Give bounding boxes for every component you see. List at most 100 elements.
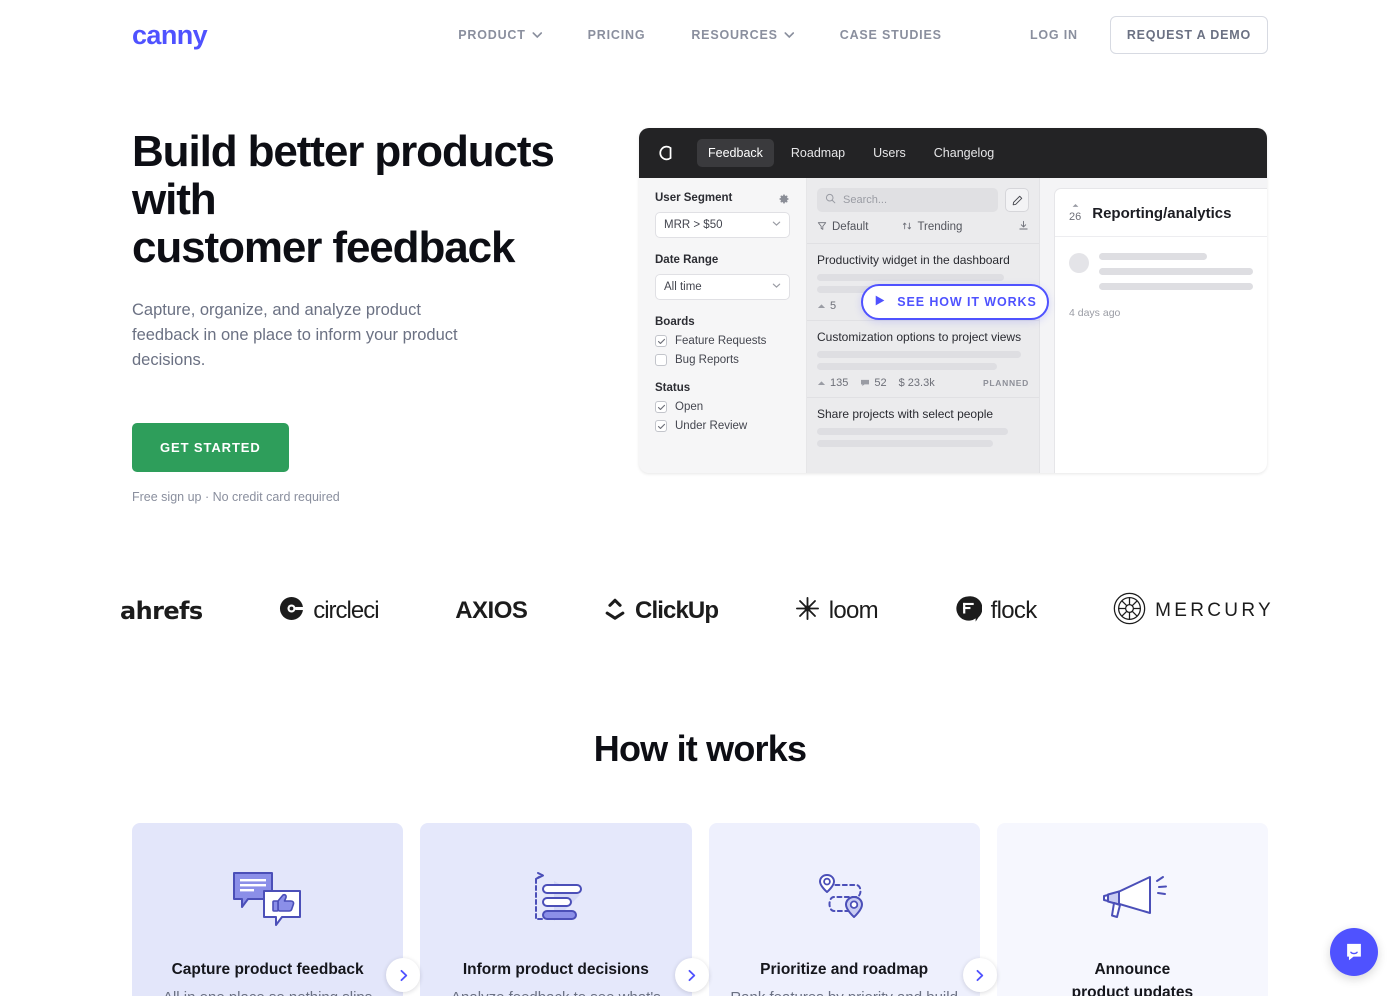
hero-copy: Build better products with customer feed… <box>132 128 572 504</box>
logo-loom: loom <box>795 596 879 626</box>
vote-number: 135 <box>830 377 849 389</box>
logo-flock: flock <box>955 595 1037 627</box>
chevron-down-icon <box>784 30 795 39</box>
nav-item-pricing[interactable]: PRICING <box>588 28 646 42</box>
date-range-select[interactable]: All time <box>655 274 790 300</box>
status-filter-under-review[interactable]: Under Review <box>655 420 790 432</box>
skeleton-line <box>817 363 998 370</box>
intercom-chat-button[interactable] <box>1330 928 1378 976</box>
card-capture-product-feedback[interactable]: Capture product feedback All in one plac… <box>132 823 421 996</box>
card-next-arrow-3[interactable] <box>962 958 997 993</box>
mockup-tab-feedback[interactable]: Feedback <box>697 139 774 167</box>
avatar <box>1069 253 1089 273</box>
logo-circleci: circleci <box>279 596 380 626</box>
nav-item-resources-label: RESOURCES <box>691 28 778 42</box>
search-icon <box>825 193 836 207</box>
vote-count: 135 <box>817 377 848 389</box>
how-it-works-cards: Capture product feedback All in one plac… <box>0 823 1400 996</box>
card-prioritize-and-roadmap[interactable]: Prioritize and roadmap Rank features by … <box>708 823 997 996</box>
list-controls: Default Trending <box>807 212 1039 243</box>
feedback-title: Productivity widget in the dashboard <box>817 253 1010 267</box>
comment-number: 52 <box>874 377 887 389</box>
feedback-list-item[interactable]: Share projects with select people <box>807 397 1039 460</box>
top-navigation-bar: canny PRODUCT PRICING RESOURCES CASE STU… <box>0 0 1400 70</box>
request-demo-button[interactable]: REQUEST A DEMO <box>1109 16 1268 54</box>
card-title-line-2: product updates <box>1071 983 1194 996</box>
checkbox-checked-icon[interactable] <box>655 335 667 347</box>
nav-item-product-label: PRODUCT <box>458 28 526 42</box>
gear-icon[interactable] <box>778 192 790 204</box>
mockup-tab-roadmap[interactable]: Roadmap <box>780 139 856 167</box>
user-segment-value: MRR > $50 <box>664 219 723 231</box>
card-announce-product-updates[interactable]: Announce product updates Engage everyone… <box>996 823 1268 996</box>
filter-default-button[interactable]: Default <box>817 221 868 234</box>
filter-label: Default <box>832 221 869 233</box>
status-label: Status <box>655 382 691 394</box>
download-icon[interactable] <box>1018 220 1029 234</box>
user-segment-select[interactable]: MRR > $50 <box>655 212 790 238</box>
nav-item-case-studies[interactable]: CASE STUDIES <box>840 28 942 42</box>
boards-label: Boards <box>655 316 695 328</box>
upvote-icon <box>817 380 826 385</box>
logo-ahrefs: ahrefs <box>120 597 203 625</box>
skeleton-line <box>1099 283 1253 290</box>
nav-links: PRODUCT PRICING RESOURCES CASE STUDIES <box>458 28 941 42</box>
search-placeholder: Search... <box>843 194 888 206</box>
card-description: Analyze feedback to see what's most impa… <box>440 986 671 996</box>
logo-flock-text: flock <box>990 597 1038 625</box>
status-label-text: Under Review <box>675 420 748 432</box>
card-title: Capture product feedback <box>171 961 364 979</box>
checkbox-checked-icon[interactable] <box>655 401 667 413</box>
card-next-arrow-2[interactable] <box>674 958 709 993</box>
customer-logo-strip: ahrefs circleci AXIOS ClickUp loom flock <box>0 592 1400 630</box>
get-started-button[interactable]: GET STARTED <box>132 423 289 473</box>
user-segment-row: User Segment <box>655 192 790 204</box>
feedback-bubble-icon <box>152 865 383 937</box>
canny-logo[interactable]: canny <box>132 21 208 49</box>
board-label: Feature Requests <box>675 335 767 347</box>
logo-circleci-text: circleci <box>313 597 379 625</box>
mockup-tab-users[interactable]: Users <box>862 139 917 167</box>
create-post-button[interactable] <box>1005 188 1029 212</box>
chevron-right-icon <box>688 969 696 981</box>
card-next-arrow-1[interactable] <box>386 958 421 993</box>
nav-item-resources[interactable]: RESOURCES <box>691 28 795 42</box>
card-title: Inform product decisions <box>462 961 649 979</box>
status-filter-open[interactable]: Open <box>655 401 790 413</box>
logo-axios: AXIOS <box>455 597 528 625</box>
search-input[interactable]: Search... <box>817 188 998 212</box>
board-filter-bug-reports[interactable]: Bug Reports <box>655 354 790 366</box>
checkbox-checked-icon[interactable] <box>655 420 667 432</box>
revenue-amount: $ 23.3k <box>898 377 935 389</box>
loom-icon <box>795 596 820 626</box>
mockup-body: User Segment MRR > $50 Date Range All ti… <box>639 178 1267 473</box>
search-bar: Search... <box>807 178 1039 212</box>
login-link[interactable]: LOG IN <box>1030 28 1078 42</box>
hero-subtitle: Capture, organize, and analyze product f… <box>132 300 458 370</box>
sort-icon <box>902 221 912 234</box>
feedback-meta: 135 52 $ 23.3k PLANNED <box>817 377 1029 389</box>
logo-mercury-text: MERCURY <box>1155 600 1274 622</box>
mockup-tab-changelog[interactable]: Changelog <box>923 139 1005 167</box>
card-inform-product-decisions[interactable]: Inform product decisions Analyze feedbac… <box>420 823 709 996</box>
canny-c-icon <box>655 142 677 164</box>
see-how-it-works-button[interactable]: SEE HOW IT WORKS <box>861 284 1049 320</box>
skeleton-line <box>1099 253 1207 260</box>
filter-icon <box>817 221 827 234</box>
status-badge: PLANNED <box>983 378 1029 388</box>
checkbox-unchecked-icon[interactable] <box>655 354 667 366</box>
feedback-title: Share projects with select people <box>817 407 994 421</box>
feedback-list-item[interactable]: Customization options to project views 1… <box>807 320 1039 397</box>
hero-title-line-2: with <box>132 174 217 224</box>
comment-icon <box>861 379 870 386</box>
logo-axios-text: AXIOS <box>455 597 528 625</box>
sort-trending-button[interactable]: Trending <box>902 221 962 234</box>
detail-vote-control[interactable]: 26 <box>1069 203 1081 223</box>
board-filter-feature-requests[interactable]: Feature Requests <box>655 335 790 347</box>
nav-item-product[interactable]: PRODUCT <box>458 28 543 42</box>
mockup-header: Feedback Roadmap Users Changelog <box>639 128 1267 178</box>
skeleton-line <box>817 274 1004 281</box>
